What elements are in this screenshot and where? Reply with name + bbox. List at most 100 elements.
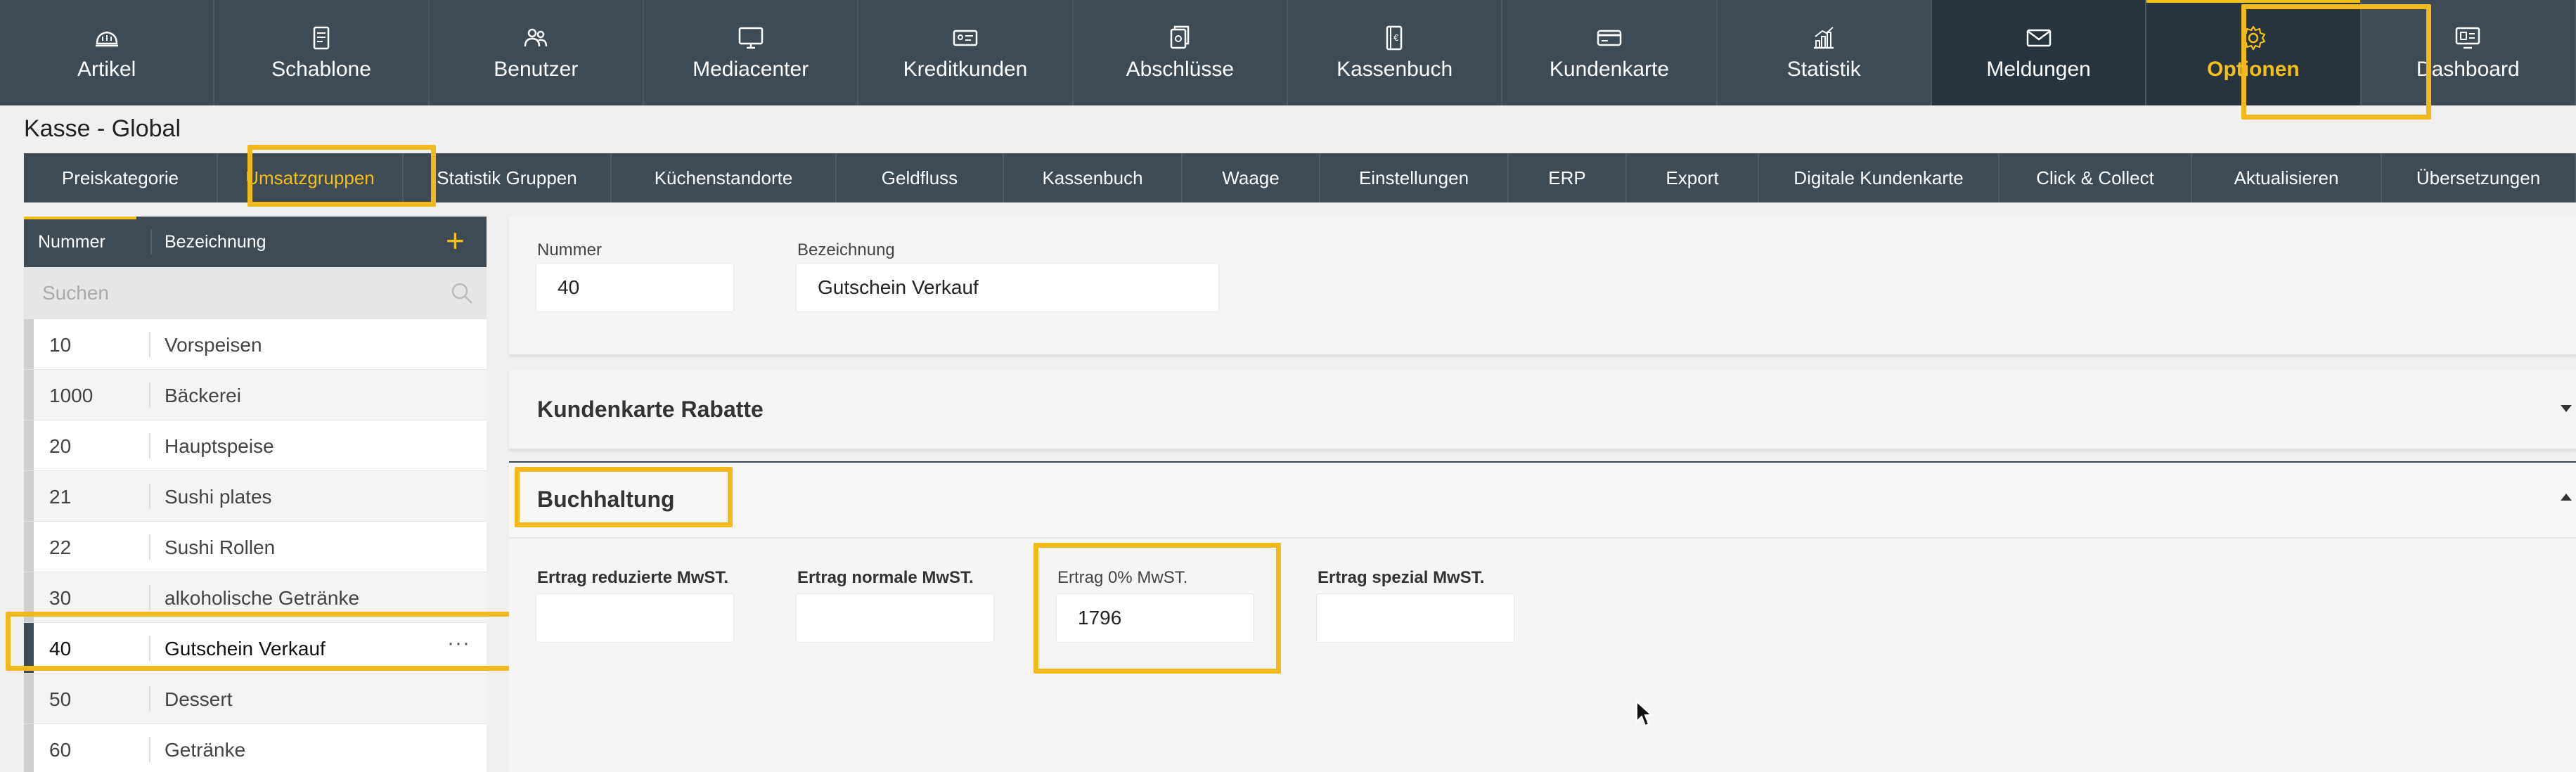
card-icon xyxy=(1595,24,1623,52)
item-name: Getränke xyxy=(165,739,246,761)
search-input[interactable] xyxy=(24,267,446,319)
nav-artikel[interactable]: Artikel xyxy=(0,0,215,105)
top-navigation: Artikel Schablone Benutzer Mediacenter K… xyxy=(0,0,2576,105)
gear-icon xyxy=(2239,24,2267,52)
row-divider xyxy=(149,636,150,661)
nav-schablone[interactable]: Schablone xyxy=(214,0,430,105)
item-number: 50 xyxy=(49,688,72,710)
tab-digitale-kundenkarte[interactable]: Digitale Kundenkarte xyxy=(1759,153,1999,202)
column-header-number[interactable]: Nummer xyxy=(38,232,105,252)
row-divider xyxy=(149,737,150,762)
row-indicator xyxy=(24,319,34,369)
column-header-name[interactable]: Bezeichnung xyxy=(165,232,266,252)
tab-erp[interactable]: ERP xyxy=(1509,153,1627,202)
ertrag-0-field[interactable] xyxy=(1056,593,1254,643)
tab-preiskategorie[interactable]: Preiskategorie xyxy=(24,153,218,202)
tab-umsatzgruppen[interactable]: Umsatzgruppen xyxy=(218,153,404,202)
tab-einstellungen[interactable]: Einstellungen xyxy=(1320,153,1509,202)
tab-geldfluss[interactable]: Geldfluss xyxy=(837,153,1004,202)
chevron-up-icon[interactable] xyxy=(2561,494,2572,501)
nav-label: Kassenbuch xyxy=(1337,58,1453,81)
ertrag-reduziert-field[interactable] xyxy=(536,593,734,643)
list-tab-indicator xyxy=(24,217,136,219)
tab-kuechenstandorte[interactable]: Küchenstandorte xyxy=(612,153,837,202)
add-button[interactable]: + xyxy=(446,222,465,259)
item-number: 20 xyxy=(49,435,72,457)
nav-label: Abschlüsse xyxy=(1126,58,1235,81)
more-options-icon[interactable]: ··· xyxy=(447,631,470,655)
template-icon xyxy=(307,24,335,52)
field-label: Ertrag reduzierte MwST. xyxy=(537,568,729,587)
nav-benutzer[interactable]: Benutzer xyxy=(430,0,644,105)
search-icon[interactable] xyxy=(450,281,474,305)
field-label: Ertrag normale MwST. xyxy=(797,568,974,587)
list-item[interactable]: 60 Getränke xyxy=(24,724,487,772)
chevron-down-icon[interactable] xyxy=(2561,405,2572,412)
row-indicator xyxy=(24,370,34,420)
tab-kassenbuch[interactable]: Kassenbuch xyxy=(1004,153,1183,202)
item-number: 40 xyxy=(49,638,72,660)
list-item[interactable]: 10 Vorspeisen xyxy=(24,319,487,370)
files-icon xyxy=(1166,24,1194,52)
tab-export[interactable]: Export xyxy=(1627,153,1759,202)
list-item[interactable]: 22 Sushi Rollen xyxy=(24,522,487,572)
nav-mediacenter[interactable]: Mediacenter xyxy=(644,0,859,105)
nav-label: Kundenkarte xyxy=(1549,58,1670,81)
nav-kundenkarte[interactable]: Kundenkarte xyxy=(1502,0,1718,105)
item-name: Bäckerei xyxy=(165,385,241,406)
nav-statistik[interactable]: Statistik xyxy=(1718,0,1932,105)
row-indicator xyxy=(24,674,34,723)
id-card-icon xyxy=(951,24,979,52)
list-item[interactable]: 50 Dessert xyxy=(24,674,487,724)
item-name: alkoholische Getränke xyxy=(165,587,360,609)
nav-kassenbuch[interactable]: € Kassenbuch xyxy=(1288,0,1503,105)
list-item[interactable]: 30 alkoholische Getränke xyxy=(24,572,487,623)
list-item-selected[interactable]: 40 Gutschein Verkauf ··· xyxy=(24,623,487,674)
item-number: 60 xyxy=(49,739,72,761)
row-indicator xyxy=(24,724,34,772)
item-name: Gutschein Verkauf xyxy=(165,638,326,660)
row-divider xyxy=(149,382,150,408)
nav-dashboard[interactable]: Dashboard xyxy=(2362,0,2576,105)
buchhaltung-header[interactable]: Buchhaltung xyxy=(509,463,2576,539)
nav-meldungen[interactable]: Meldungen xyxy=(1931,0,2147,105)
ertrag-normal-field[interactable] xyxy=(796,593,994,643)
kundenkarte-rabatte-panel[interactable]: Kundenkarte Rabatte xyxy=(509,370,2576,450)
detail-panel: Nummer Bezeichnung xyxy=(509,217,2576,356)
row-divider xyxy=(149,534,150,560)
item-number: 1000 xyxy=(49,385,94,406)
nav-abschluesse[interactable]: Abschlüsse xyxy=(1074,0,1288,105)
field-label: Ertrag 0% MwST. xyxy=(1057,568,1188,587)
tab-aktualisieren[interactable]: Aktualisieren xyxy=(2192,153,2382,202)
list-header: Nummer Bezeichnung + xyxy=(24,217,487,267)
nav-label: Kreditkunden xyxy=(903,58,1028,81)
tab-uebersetzungen[interactable]: Übersetzungen xyxy=(2382,153,2576,202)
nav-optionen[interactable]: Optionen xyxy=(2146,0,2362,105)
item-name: Dessert xyxy=(165,688,233,710)
buchhaltung-panel: Buchhaltung Ertrag reduzierte MwST. Ertr… xyxy=(509,461,2576,772)
item-number: 21 xyxy=(49,486,72,508)
bread-icon xyxy=(93,24,121,52)
row-divider xyxy=(149,585,150,610)
number-label: Nummer xyxy=(537,240,603,259)
tab-statistik-gruppen[interactable]: Statistik Gruppen xyxy=(404,153,612,202)
panel-title: Kundenkarte Rabatte xyxy=(537,397,764,422)
item-number: 30 xyxy=(49,587,72,609)
ertrag-spezial-field[interactable] xyxy=(1316,593,1514,643)
envelope-icon xyxy=(2025,24,2053,52)
nav-label: Optionen xyxy=(2207,58,2300,81)
name-field[interactable] xyxy=(796,263,1219,312)
cashbook-icon: € xyxy=(1381,24,1409,52)
list-item[interactable]: 20 Hauptspeise xyxy=(24,420,487,471)
tab-click-collect[interactable]: Click & Collect xyxy=(1999,153,2192,202)
row-indicator xyxy=(24,623,34,673)
chart-icon xyxy=(1810,24,1838,52)
list-item[interactable]: 21 Sushi plates xyxy=(24,471,487,522)
tab-waage[interactable]: Waage xyxy=(1183,153,1320,202)
list-item[interactable]: 1000 Bäckerei xyxy=(24,370,487,420)
nav-kreditkunden[interactable]: Kreditkunden xyxy=(858,0,1074,105)
svg-text:€: € xyxy=(1393,33,1399,43)
search-bar xyxy=(24,267,487,319)
number-field[interactable] xyxy=(536,263,734,312)
row-indicator xyxy=(24,522,34,572)
